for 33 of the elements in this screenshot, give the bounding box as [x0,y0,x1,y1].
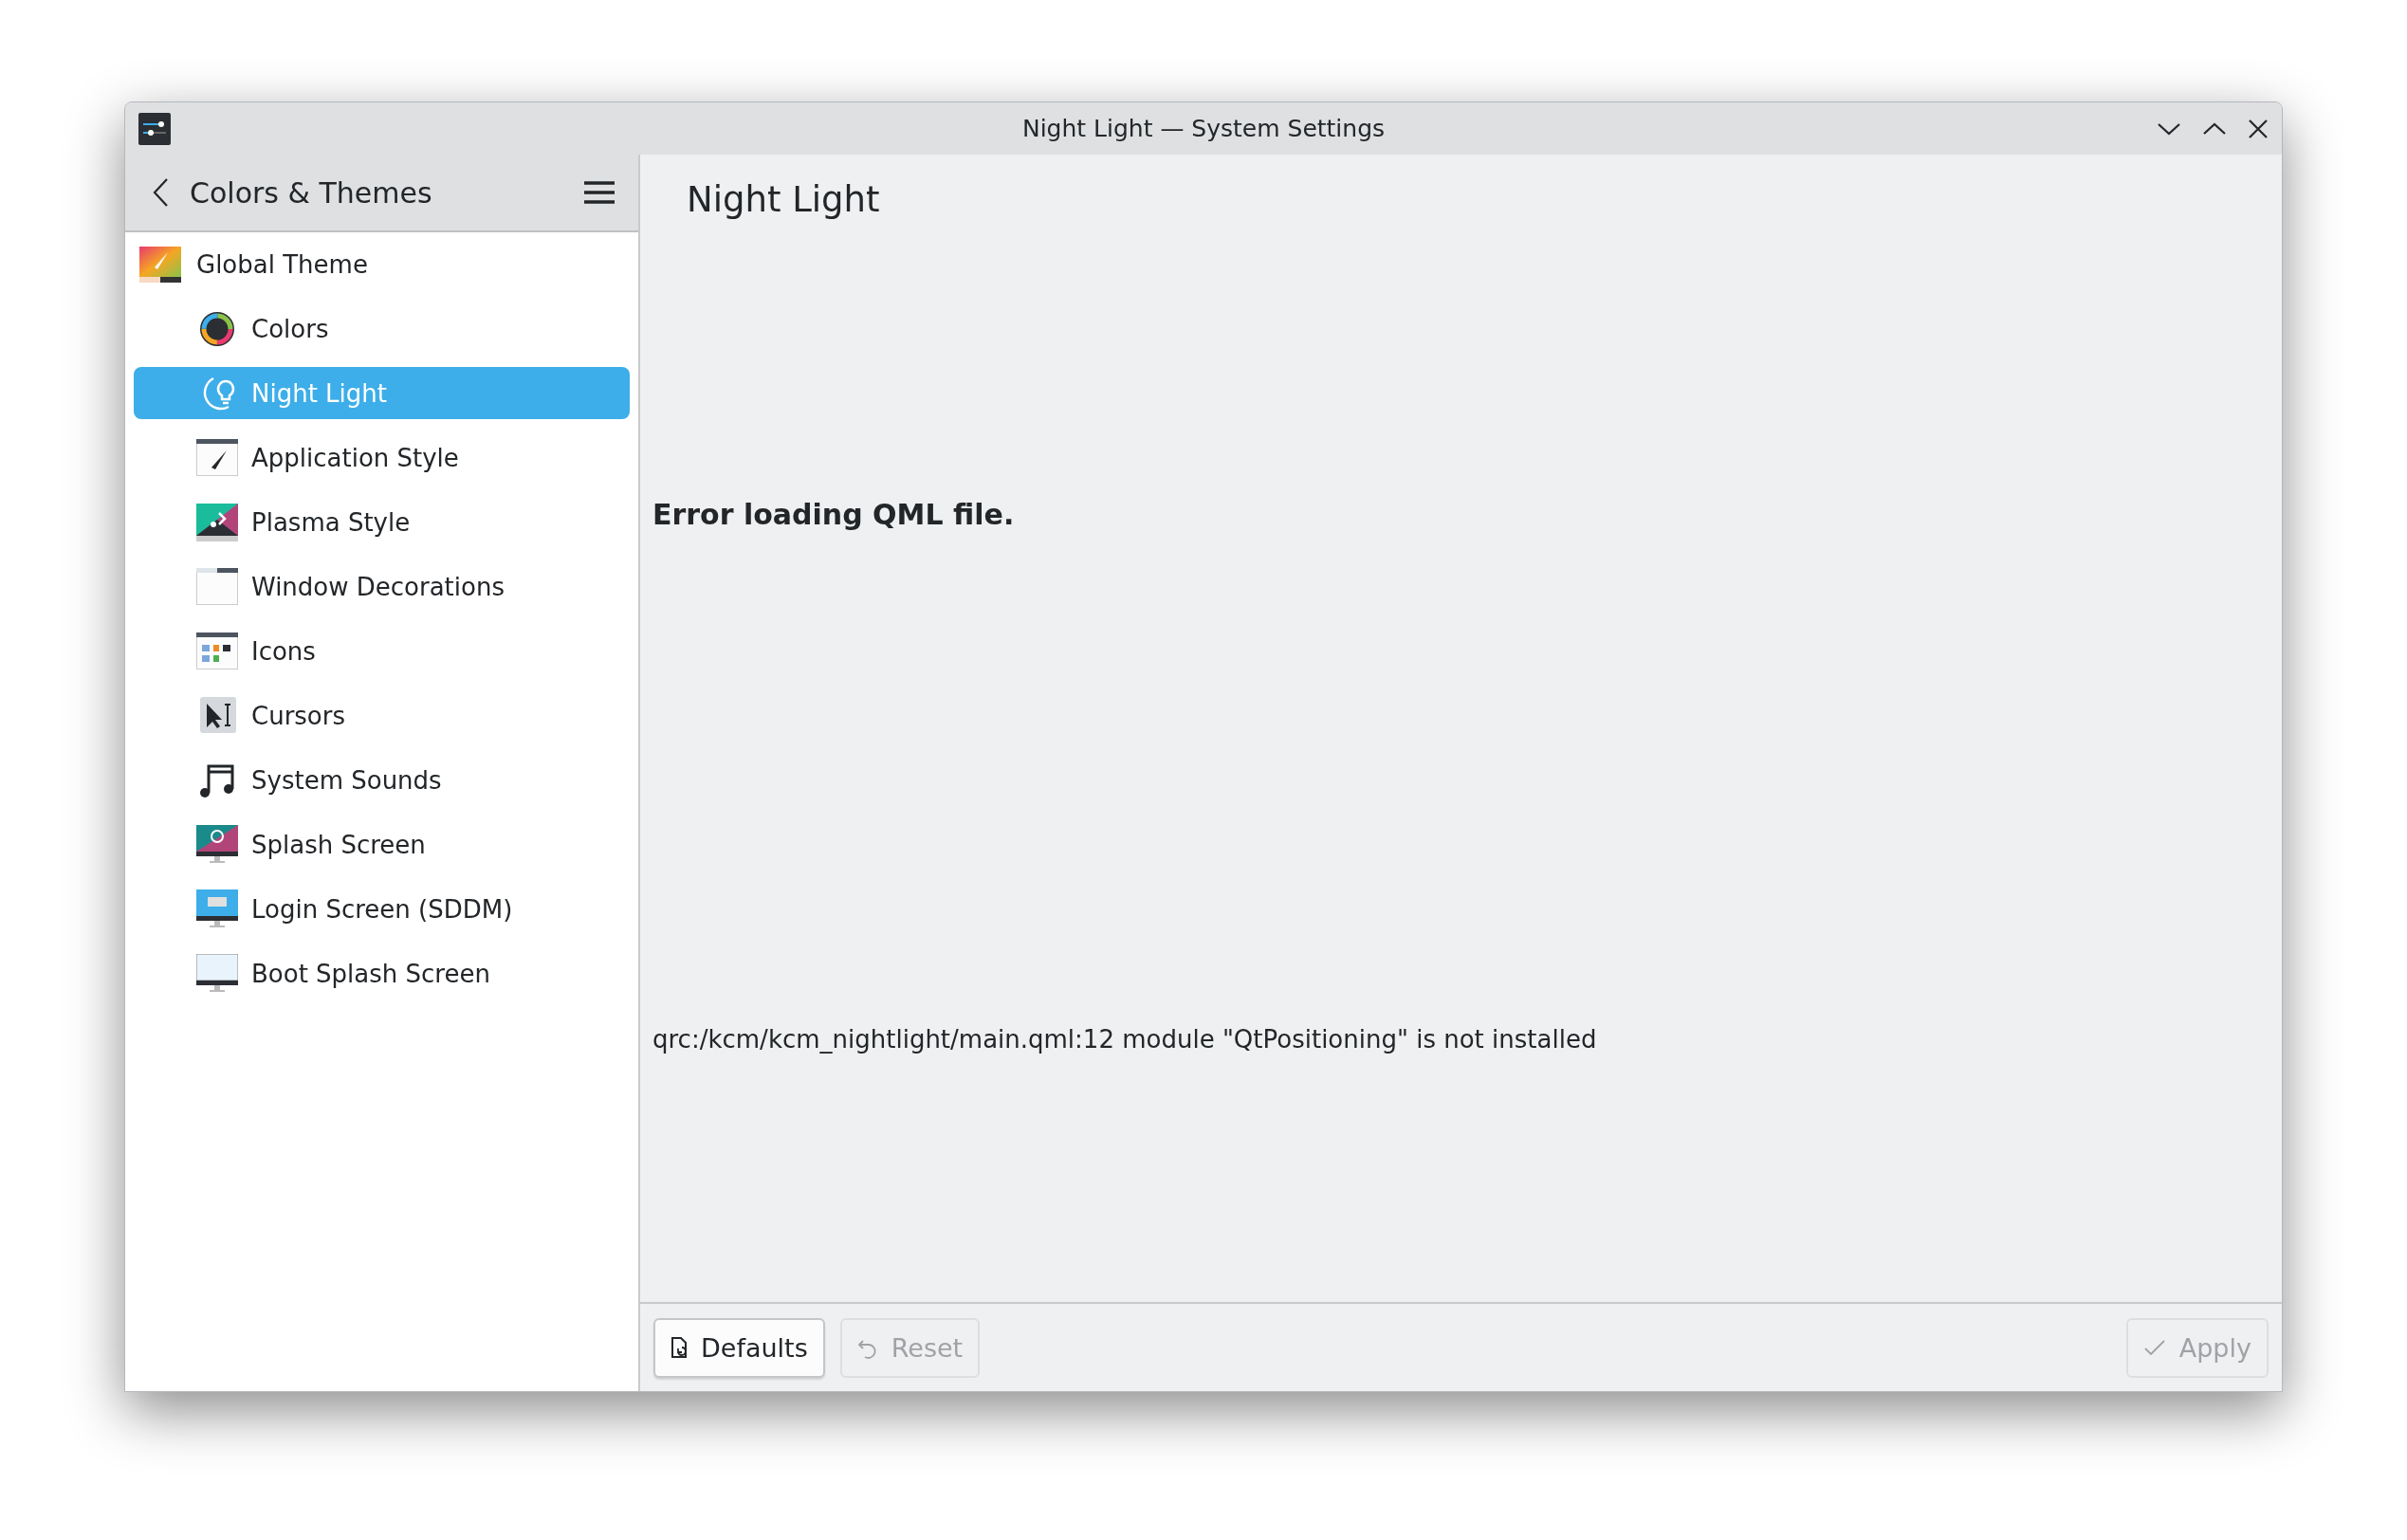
sidebar-title: Colors & Themes [190,175,433,210]
sidebar-item[interactable]: Login Screen (SDDM) [134,883,630,935]
palette-brush-icon [139,246,181,283]
monitor-icon [196,824,238,865]
close-icon[interactable] [2248,118,2269,139]
menu-icon[interactable] [583,180,616,205]
sidebar-item[interactable]: Plasma Style [134,496,630,548]
window-icon [196,567,238,606]
defaults-button[interactable]: Defaults [653,1317,825,1378]
minimize-icon[interactable] [2157,120,2181,137]
sidebar-item[interactable]: Application Style [134,431,630,484]
window-brush-icon [196,438,238,477]
sidebar-item[interactable]: Icons [134,625,630,677]
monitor-icon [196,889,238,929]
sidebar-item[interactable]: Colors [134,302,630,355]
monitor-icon [196,953,238,994]
document-revert-icon [671,1336,688,1359]
checkmark-icon [2142,1338,2166,1357]
icon-grid-icon [196,632,238,670]
sidebar-item[interactable]: Boot Splash Screen [134,947,630,999]
page-title: Night Light [687,179,881,220]
sidebar-item[interactable]: Cursors [134,689,630,742]
sidebar-item[interactable]: Window Decorations [134,560,630,613]
sidebar-item[interactable]: System Sounds [134,754,630,806]
maximize-icon[interactable] [2202,120,2227,137]
plasma-style-icon [196,503,238,541]
error-heading: Error loading QML file. [652,498,1016,531]
error-message: qrc:/kcm/kcm_nightlight/main.qml:12 module "QtPositioning" is not installed [652,1025,1598,1054]
sliders-icon[interactable] [138,112,171,145]
window-title: Night Light — System Settings [1021,115,1386,142]
back-icon[interactable] [152,177,169,208]
sidebar-item[interactable]: Splash Screen [134,818,630,871]
sidebar-item[interactable]: Global Theme [134,238,630,290]
